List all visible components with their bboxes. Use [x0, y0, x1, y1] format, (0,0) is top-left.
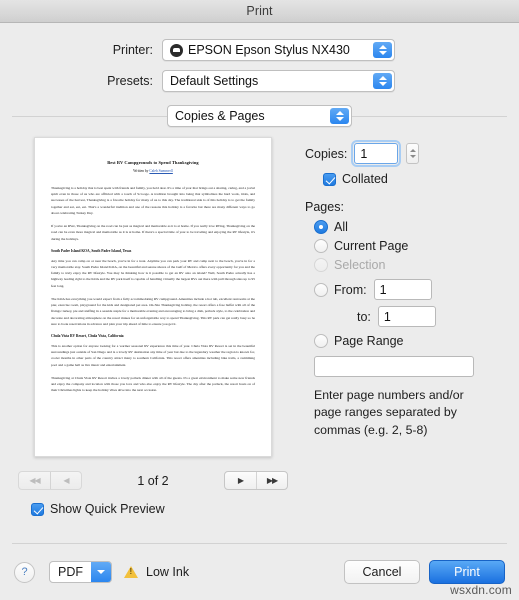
document-title: Best RV Campgrounds to Spend Thanksgivin… — [107, 160, 199, 165]
show-quick-preview-row[interactable]: Show Quick Preview — [31, 502, 165, 516]
copies-label: Copies: — [305, 146, 348, 161]
pages-all-row[interactable]: All — [314, 220, 519, 234]
page-range-label: Page Range — [334, 334, 404, 348]
first-page-button[interactable]: ◀◀ — [19, 472, 50, 489]
document-paragraph: If you're an RVer, Thanksgiving on the r… — [51, 224, 255, 241]
chevron-updown-icon — [373, 42, 392, 58]
last-page-button[interactable]: ▶▶ — [256, 472, 287, 489]
window-title: Print — [246, 4, 273, 18]
window-titlebar: Print — [0, 0, 519, 23]
collated-row[interactable]: Collated — [323, 172, 519, 186]
preview-back-buttons: ◀◀ ◀ — [18, 471, 82, 490]
page-range-radio[interactable] — [314, 334, 328, 348]
preview-forward-buttons: ▶ ▶▶ — [224, 471, 288, 490]
pdf-button-label: PDF — [58, 565, 83, 579]
print-mode-select[interactable]: Copies & Pages — [167, 105, 352, 127]
pages-heading: Pages: — [305, 200, 344, 214]
print-mode-row: Copies & Pages — [0, 101, 519, 131]
chevron-down-icon[interactable] — [91, 562, 111, 582]
pages-current-row[interactable]: Current Page — [314, 239, 519, 253]
chevron-updown-icon — [330, 108, 349, 124]
page-range-input[interactable] — [314, 356, 474, 377]
page-range-row[interactable]: Page Range — [314, 334, 519, 348]
printer-icon — [170, 43, 183, 57]
document-heading: South Padre Island KOA, South Padre Isla… — [51, 248, 132, 253]
next-page-button[interactable]: ▶ — [225, 472, 256, 489]
document-byline: Written by Caleb Summerll — [51, 169, 255, 173]
pages-to-row: to: 1 — [357, 306, 519, 327]
pages-from-row[interactable]: From: 1 — [314, 279, 519, 300]
document-paragraph: Any time you can camp on or near the bea… — [51, 258, 255, 288]
pages-from-input[interactable]: 1 — [373, 279, 432, 300]
preview-panel: Best RV Campgrounds to Spend Thanksgivin… — [0, 137, 300, 533]
document-paragraph: This is another option for anyone lookin… — [51, 343, 255, 367]
copies-row: Copies: 1 — [305, 140, 519, 167]
print-dialog: Print Printer: EPSON Epson Stylus NX430 … — [0, 0, 519, 600]
printer-select[interactable]: EPSON Epson Stylus NX430 — [162, 39, 395, 61]
presets-label: Presets: — [107, 74, 153, 88]
cancel-button[interactable]: Cancel — [344, 560, 420, 584]
pages-from-radio[interactable] — [314, 282, 328, 297]
document-preview[interactable]: Best RV Campgrounds to Spend Thanksgivin… — [34, 137, 272, 457]
preview-navigation: ◀◀ ◀ 1 of 2 ▶ ▶▶ — [18, 471, 288, 490]
pages-selection-label: Selection — [334, 258, 386, 272]
printer-select-value: EPSON Epson Stylus NX430 — [188, 43, 350, 57]
pages-selection-radio — [314, 258, 328, 272]
page-counter: 1 of 2 — [137, 473, 169, 488]
show-quick-preview-checkbox[interactable] — [31, 502, 44, 516]
collated-label: Collated — [342, 172, 388, 186]
help-button[interactable]: ? — [14, 561, 35, 583]
copies-stepper[interactable] — [406, 143, 420, 164]
pages-all-label: All — [334, 220, 348, 234]
previous-page-button[interactable]: ◀ — [50, 472, 81, 489]
print-button[interactable]: Print — [429, 560, 505, 584]
chevron-updown-icon — [373, 73, 392, 89]
dialog-footer: ? PDF Low Ink Cancel Print — [0, 544, 519, 600]
pages-to-input[interactable]: 1 — [377, 306, 436, 327]
printer-label: Printer: — [112, 43, 153, 57]
document-paragraph: Thanksgiving at Chula Vista RV Resort in… — [51, 375, 255, 393]
print-mode-value: Copies & Pages — [175, 109, 265, 123]
warning-icon — [124, 566, 138, 578]
pages-all-radio[interactable] — [314, 220, 328, 234]
pages-from-label: From: — [334, 282, 367, 297]
pages-to-label: to: — [357, 309, 371, 324]
dialog-body: Best RV Campgrounds to Spend Thanksgivin… — [0, 131, 519, 533]
pages-current-radio[interactable] — [314, 239, 328, 253]
byline-author-link: Caleb Summerll — [149, 169, 173, 173]
pages-selection-row: Selection — [314, 258, 519, 272]
pages-current-label: Current Page — [334, 239, 409, 253]
presets-select[interactable]: Default Settings — [162, 70, 395, 92]
presets-row: Presets: Default Settings — [0, 70, 519, 92]
document-paragraph: Thanksgiving is a holiday that is best s… — [51, 186, 255, 215]
pdf-button[interactable]: PDF — [49, 561, 112, 583]
document-heading: Chula Vista RV Resort, Chula Vista, Cali… — [51, 333, 124, 338]
page-range-hint: Enter page numbers and/or page ranges se… — [314, 388, 464, 437]
show-quick-preview-label: Show Quick Preview — [50, 502, 165, 516]
copies-and-pages-panel: Copies: 1 Collated Pages: All Current Pa… — [300, 137, 519, 533]
copies-input[interactable]: 1 — [351, 140, 402, 167]
document-paragraph: The KOA has everything you would expect … — [51, 296, 255, 326]
printer-settings-area: Printer: EPSON Epson Stylus NX430 Preset… — [0, 23, 519, 131]
low-ink-status: Low Ink — [146, 565, 190, 579]
printer-row: Printer: EPSON Epson Stylus NX430 — [0, 39, 519, 61]
collated-checkbox[interactable] — [323, 172, 336, 186]
byline-prefix: Written by — [133, 169, 150, 173]
presets-select-value: Default Settings — [170, 74, 259, 88]
